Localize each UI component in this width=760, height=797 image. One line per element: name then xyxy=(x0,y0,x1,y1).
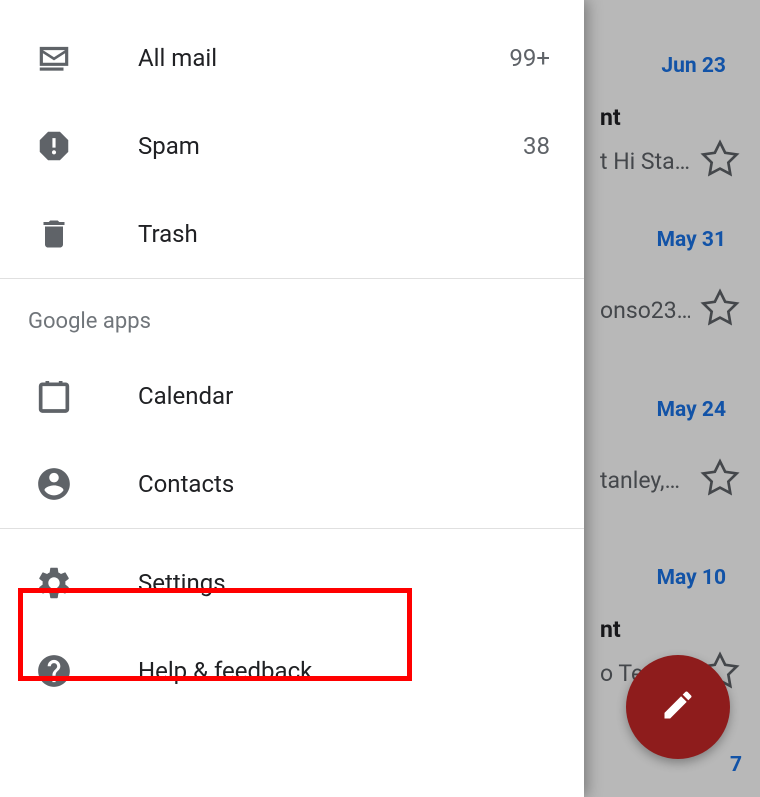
compose-fab[interactable] xyxy=(626,655,730,759)
nav-item-contacts[interactable]: Contacts xyxy=(0,440,584,528)
nav-item-label: Calendar xyxy=(138,382,550,410)
nav-item-label: Spam xyxy=(138,132,523,160)
gear-icon xyxy=(32,564,76,602)
nav-item-label: Trash xyxy=(138,220,550,248)
nav-item-count: 38 xyxy=(523,132,550,160)
nav-item-label: Contacts xyxy=(138,470,550,498)
nav-item-spam[interactable]: Spam 38 xyxy=(0,102,584,190)
nav-item-label: All mail xyxy=(138,44,509,72)
nav-item-label: Settings xyxy=(138,569,550,597)
spam-icon xyxy=(32,127,76,165)
all-mail-icon xyxy=(32,39,76,77)
nav-item-settings[interactable]: Settings xyxy=(0,539,584,627)
nav-item-calendar[interactable]: Calendar xyxy=(0,352,584,440)
navigation-drawer: All mail 99+ Spam 38 Trash Google apps C… xyxy=(0,0,584,797)
calendar-icon xyxy=(32,376,76,416)
nav-item-all-mail[interactable]: All mail 99+ xyxy=(0,14,584,102)
contacts-icon xyxy=(32,465,76,503)
section-header-google-apps: Google apps xyxy=(0,279,584,352)
trash-icon xyxy=(32,216,76,252)
nav-item-help-feedback[interactable]: Help & feedback xyxy=(0,627,584,715)
nav-item-label: Help & feedback xyxy=(138,657,550,685)
nav-item-count: 99+ xyxy=(509,44,550,72)
pencil-icon xyxy=(660,687,696,727)
nav-item-trash[interactable]: Trash xyxy=(0,190,584,278)
divider xyxy=(0,528,584,529)
help-icon xyxy=(32,652,76,690)
